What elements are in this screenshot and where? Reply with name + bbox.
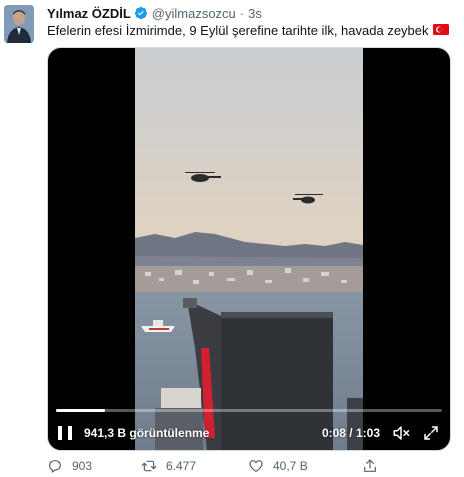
video-time: 0:08 / 1:03 xyxy=(321,426,380,440)
avatar[interactable] xyxy=(4,5,34,43)
retweet-count: 6.477 xyxy=(166,459,197,473)
pause-icon[interactable] xyxy=(58,425,72,441)
video-progress-fill xyxy=(56,409,106,412)
reply-icon xyxy=(49,460,61,473)
share-button[interactable] xyxy=(362,458,378,474)
author-handle[interactable]: @yilmazsozcu xyxy=(152,6,236,21)
video-progress-bar[interactable] xyxy=(56,409,442,412)
tweet-header: Yılmaz ÖZDİL @yilmazsozcu · 3s xyxy=(47,5,262,21)
tweet-actions: 903 6.477 40,7 B xyxy=(47,458,451,474)
author-name[interactable]: Yılmaz ÖZDİL xyxy=(47,6,131,21)
fullscreen-icon[interactable] xyxy=(422,424,440,442)
reply-count: 903 xyxy=(72,459,93,473)
reply-button[interactable]: 903 xyxy=(47,458,141,474)
view-count: 941,3 B görüntülenme xyxy=(84,426,210,440)
verified-badge-icon xyxy=(134,6,148,20)
video-player[interactable]: 941,3 B görüntülenme 0:08 / 1:03 xyxy=(47,47,451,451)
separator-dot: · xyxy=(239,5,245,21)
retweet-icon xyxy=(141,460,157,472)
like-button[interactable]: 40,7 B xyxy=(248,458,362,474)
like-count: 40,7 B xyxy=(273,459,308,473)
share-icon xyxy=(364,459,376,472)
heart-icon xyxy=(249,460,263,472)
video-frame[interactable] xyxy=(135,48,363,450)
mute-icon[interactable] xyxy=(392,424,410,442)
video-controls: 941,3 B görüntülenme 0:08 / 1:03 xyxy=(48,420,450,446)
tweet-text: Efelerin efesi İzmirimde, 9 Eylül şerefi… xyxy=(47,23,429,38)
retweet-button[interactable]: 6.477 xyxy=(141,458,248,474)
turkey-flag-icon xyxy=(432,23,449,38)
tweet-timestamp[interactable]: 3s xyxy=(248,6,262,21)
tweet-body: Efelerin efesi İzmirimde, 9 Eylül şerefi… xyxy=(47,23,449,38)
